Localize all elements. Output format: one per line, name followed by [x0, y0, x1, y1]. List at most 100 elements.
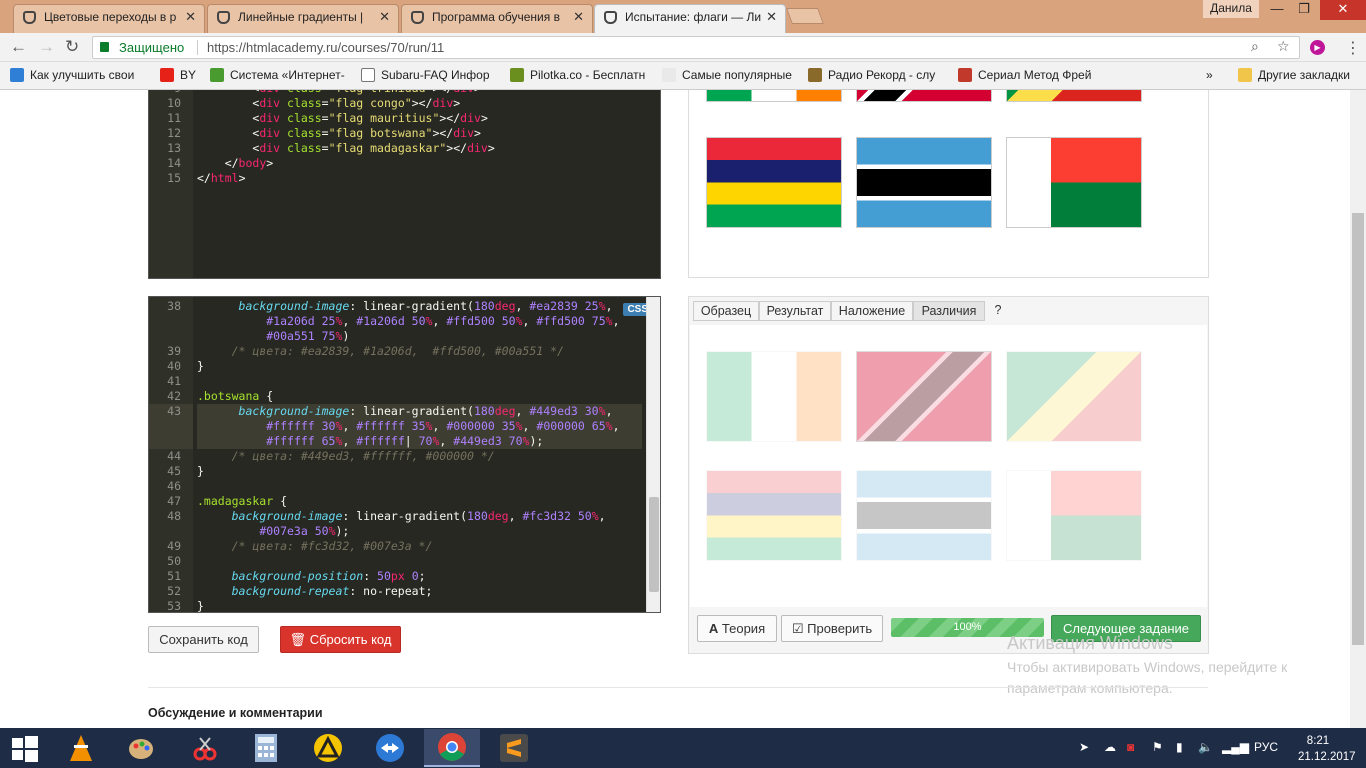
calculator-icon[interactable] [238, 729, 294, 767]
diff-flag-congo [1006, 351, 1142, 442]
check-button[interactable]: ☑ Проверить [781, 615, 883, 642]
tab-title: Линейные градиенты | [238, 10, 364, 24]
back-arrow-icon[interactable]: ← [10, 37, 27, 57]
omnibox-separator [197, 40, 198, 55]
sample-preview-panel [688, 90, 1209, 278]
chrome-icon[interactable] [424, 729, 480, 767]
css-editor-scrollbar[interactable] [646, 297, 660, 612]
css-editor[interactable]: 38 39 40 41 42 43 44 45 46 47 48 49 50 51 52 53 backgro… [148, 296, 661, 613]
zoom-search-icon[interactable]: ⌕ [1251, 38, 1259, 55]
line-number: 13 [167, 141, 181, 155]
css-code[interactable]: background-image: linear-gradient(180deg… [197, 297, 642, 613]
bookmark-icon [510, 68, 524, 82]
tab-overlay[interactable]: Наложение [831, 301, 913, 321]
bookmark-icon [808, 68, 822, 82]
help-tab[interactable]: ? [989, 301, 1007, 321]
bookmark-item[interactable]: Pilotka.co - Бесплатн [510, 68, 650, 82]
tab-linear-gradients[interactable]: Линейные градиенты | ✕ [207, 4, 399, 33]
other-bookmarks[interactable]: Другие закладки [1238, 68, 1358, 82]
theory-label: Теория [721, 621, 766, 636]
forward-arrow-icon[interactable]: → [38, 37, 55, 57]
extension-icon[interactable]: ▶ [1310, 40, 1325, 55]
scroll-thumb[interactable] [649, 497, 659, 592]
flag-tray-icon[interactable]: ⚑ [1152, 740, 1163, 754]
bookmark-label: Радио Рекорд - слу [828, 68, 936, 82]
theory-button[interactable]: A Теория [697, 615, 777, 642]
line-number: 43 [149, 404, 193, 419]
bookmarks-more[interactable]: » [1206, 68, 1220, 82]
tab-color-transitions[interactable]: Цветовые переходы в р ✕ [13, 4, 205, 33]
text-a-icon: A [708, 621, 719, 636]
tab-differences[interactable]: Различия [913, 301, 985, 321]
profile-name[interactable]: Данила [1203, 0, 1259, 18]
code-line: } [197, 599, 204, 613]
url-host: https://htmlacademy.ru [207, 40, 338, 55]
start-button[interactable] [0, 729, 50, 767]
bookmark-item[interactable]: BY [160, 68, 200, 82]
bookmark-item[interactable]: Subaru-FAQ Инфор [361, 68, 499, 82]
code-line: } [197, 464, 204, 478]
tab-flags-challenge[interactable]: Испытание: флаги — Ли ✕ [594, 4, 786, 33]
bookmark-icon [662, 68, 676, 82]
battery-icon[interactable]: ▮ [1176, 740, 1183, 754]
paint-icon[interactable] [113, 729, 169, 767]
page-icon [361, 68, 375, 82]
language-indicator[interactable]: РУС [1254, 740, 1278, 754]
line-number [149, 434, 193, 449]
snipping-tool-icon[interactable] [177, 729, 233, 767]
reset-code-button[interactable]: 🗑 Сбросить код [280, 626, 401, 653]
url-text[interactable]: https://htmlacademy.ru/courses/70/run/11 [207, 40, 444, 55]
html-editor[interactable]: 9101112131415 <div class="flag trinidad"… [148, 90, 661, 279]
code-line: #1a206d 25%, #1a206d 50%, #ffd500 50%, #… [266, 314, 620, 328]
network-icon[interactable]: ▂▄▆ [1222, 740, 1249, 754]
vlc-icon[interactable] [53, 729, 109, 767]
tab-sample[interactable]: Образец [693, 301, 759, 321]
line-number: 50 [167, 554, 181, 568]
close-icon[interactable]: ✕ [185, 5, 196, 29]
code-line: <div class="flag congo"></div> [197, 96, 461, 110]
html-code[interactable]: <div class="flag trinidad"></div> <div c… [197, 90, 642, 186]
teamviewer-icon[interactable] [362, 729, 418, 767]
volume-icon[interactable]: 🔈 [1198, 740, 1213, 754]
maximize-button[interactable]: ❐ [1286, 0, 1322, 20]
menu-kebab-icon[interactable]: ⋮ [1345, 38, 1361, 58]
close-icon[interactable]: ✕ [573, 5, 584, 29]
page-scrollbar[interactable] [1350, 90, 1366, 728]
telegram-icon[interactable]: ➤ [1079, 740, 1089, 754]
bookmark-item[interactable]: Самые популярные [662, 68, 796, 82]
bookmark-item[interactable]: Как улучшить свои [10, 68, 150, 82]
archicad-icon[interactable] [300, 729, 356, 767]
line-number: 14 [167, 156, 181, 170]
line-number: 46 [167, 479, 181, 493]
code-line: #007e3a 50%); [259, 524, 350, 538]
check-label: Проверить [807, 621, 873, 636]
tab-training-program[interactable]: Программа обучения в ✕ [401, 4, 593, 33]
close-icon[interactable]: ✕ [379, 5, 390, 29]
bookmark-item[interactable]: Система «Интернет- [210, 68, 350, 82]
adobe-icon[interactable]: ◙ [1127, 740, 1134, 754]
line-number: 40 [167, 359, 181, 373]
window-close-button[interactable]: ✕ [1320, 0, 1366, 20]
star-icon[interactable]: ☆ [1277, 38, 1290, 55]
line-number: 41 [167, 374, 181, 388]
reload-icon[interactable]: ↻ [65, 37, 79, 57]
sublime-text-icon[interactable] [486, 729, 542, 767]
page-scroll-thumb[interactable] [1352, 213, 1364, 645]
omnibox[interactable]: Защищено https://htmlacademy.ru/courses/… [92, 36, 1300, 59]
line-number: 47 [167, 494, 181, 508]
bookmark-item[interactable]: Сериал Метод Фрей [958, 68, 1098, 82]
code-line: background-repeat: no-repeat; [231, 584, 433, 598]
clock[interactable]: 8:21 21.12.2017 [1298, 733, 1356, 765]
diff-flag-botswana [856, 470, 992, 561]
cloud-icon[interactable]: ☁ [1104, 740, 1116, 754]
bookmark-icon [210, 68, 224, 82]
tab-result[interactable]: Результат [759, 301, 831, 321]
tab-title: Программа обучения в [432, 10, 560, 24]
new-tab-button[interactable] [786, 8, 824, 24]
save-code-button[interactable]: Сохранить код [148, 626, 259, 653]
close-icon[interactable]: ✕ [766, 5, 777, 29]
line-number: 10 [167, 96, 181, 110]
bookmark-item[interactable]: Радио Рекорд - слу [808, 68, 948, 82]
bookmark-icon [958, 68, 972, 82]
code-line: background-image: linear-gradient(180deg… [197, 404, 642, 419]
